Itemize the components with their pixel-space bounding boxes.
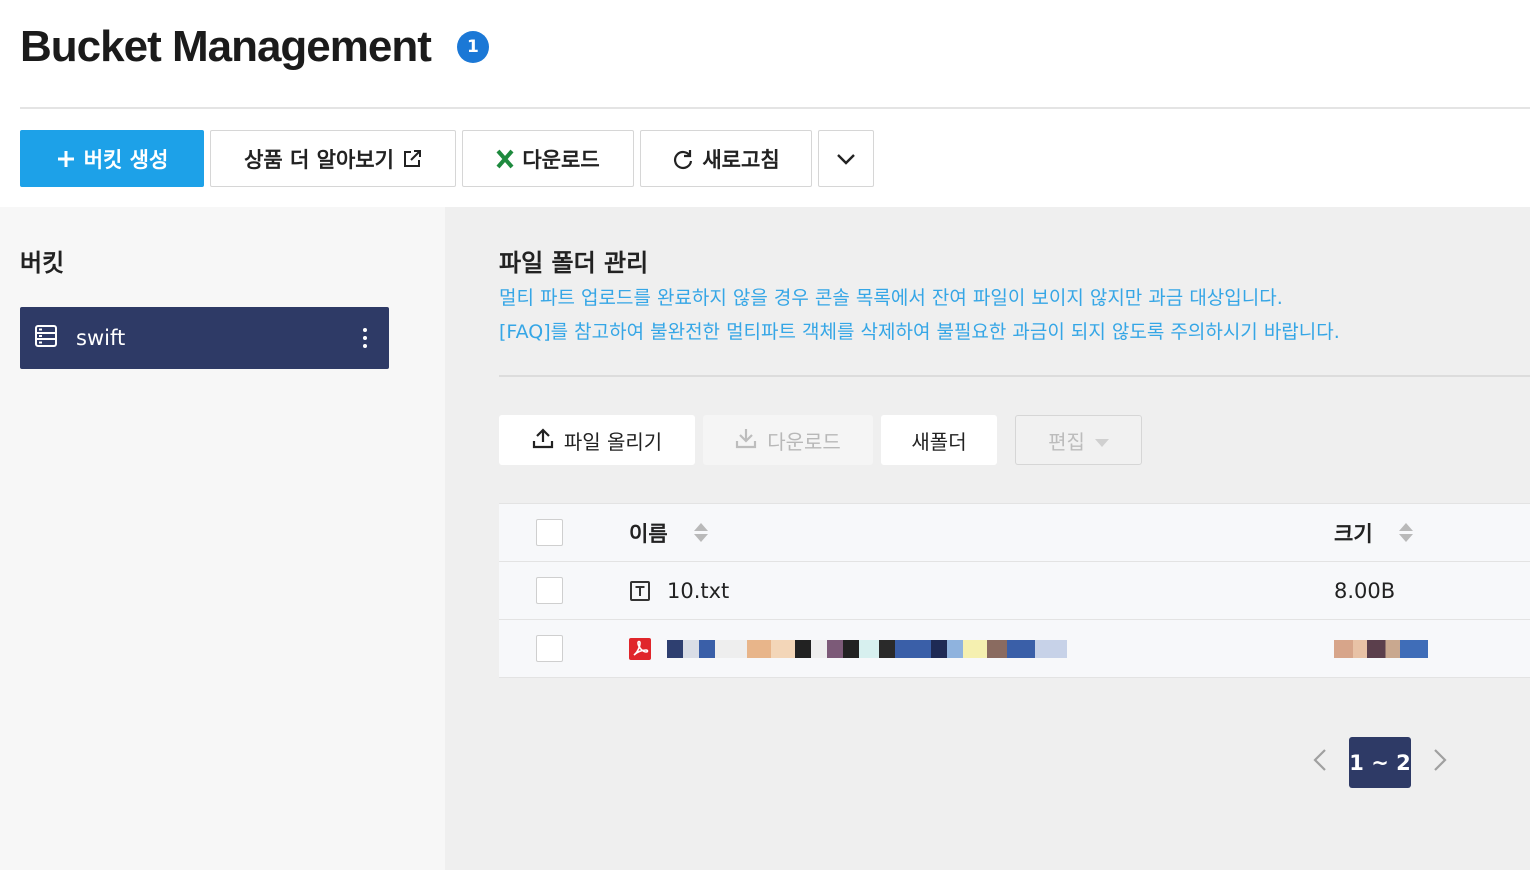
download-file-button[interactable]: 다운로드: [703, 415, 873, 465]
excel-download-button[interactable]: 다운로드: [462, 130, 634, 187]
bucket-item-swift[interactable]: swift: [20, 307, 389, 369]
main-toolbar: 버킷 생성 상품 더 알아보기 다운로드 새로고침: [20, 130, 874, 187]
refresh-icon: [672, 148, 694, 170]
refresh-label: 새로고침: [702, 147, 780, 172]
excel-icon: [496, 148, 514, 170]
pdf-file-icon: [629, 637, 651, 660]
column-name: 이름: [629, 521, 668, 546]
more-options-button[interactable]: [818, 130, 874, 187]
file-table: 이름 크기 10.txt 8.00B: [499, 503, 1530, 678]
file-size: 8.00B: [1334, 578, 1396, 603]
multipart-notice: 멀티 파트 업로드를 완료하지 않을 경우 콘솔 목록에서 잔여 파일이 보이지…: [499, 281, 1340, 349]
file-folder-panel: 파일 폴더 관리 멀티 파트 업로드를 완료하지 않을 경우 콘솔 목록에서 잔…: [445, 207, 1530, 870]
upload-icon: [532, 427, 554, 454]
new-folder-label: 새폴더: [911, 429, 967, 454]
edit-label: 편집: [1048, 429, 1085, 454]
chevron-down-icon: [836, 153, 856, 165]
panel-divider: [499, 375, 1530, 377]
excel-download-label: 다운로드: [522, 147, 600, 172]
row-checkbox[interactable]: [536, 577, 563, 604]
pagination: 1 ~ 2: [1311, 737, 1449, 788]
text-file-icon: [629, 580, 651, 602]
bucket-panel-title: 버킷: [20, 249, 65, 277]
table-row[interactable]: 10.txt 8.00B: [499, 562, 1530, 620]
info-badge[interactable]: 1: [456, 31, 489, 63]
current-page-button[interactable]: 1 ~ 2: [1349, 737, 1411, 788]
column-size: 크기: [1334, 521, 1373, 546]
sort-size-icon[interactable]: [1398, 523, 1413, 542]
row-checkbox[interactable]: [536, 635, 563, 662]
edit-dropdown[interactable]: 편집: [1015, 415, 1142, 465]
new-folder-button[interactable]: 새폴더: [881, 415, 997, 465]
create-bucket-button[interactable]: 버킷 생성: [20, 130, 204, 187]
download-icon: [735, 427, 757, 454]
download-file-label: 다운로드: [767, 429, 841, 454]
redacted-file-name[interactable]: [667, 639, 1067, 658]
next-page-icon[interactable]: [1431, 745, 1449, 780]
prev-page-icon[interactable]: [1311, 745, 1329, 780]
refresh-button[interactable]: 새로고침: [640, 130, 812, 187]
server-icon: [34, 325, 58, 351]
upload-file-label: 파일 올리기: [563, 429, 663, 454]
select-all-checkbox[interactable]: [536, 519, 563, 546]
file-folder-title: 파일 폴더 관리: [499, 249, 649, 277]
file-toolbar: 파일 올리기 다운로드 새폴더 편집: [499, 415, 1142, 465]
upload-file-button[interactable]: 파일 올리기: [499, 415, 695, 465]
table-header: 이름 크기: [499, 503, 1530, 562]
plus-icon: [56, 149, 76, 169]
bucket-panel: 버킷 swift: [0, 207, 445, 870]
page-header: Bucket Management 1: [20, 22, 489, 72]
learn-more-label: 상품 더 알아보기: [244, 147, 394, 172]
sort-name-icon[interactable]: [693, 523, 708, 542]
header-divider: [20, 107, 1530, 109]
notice-line: 멀티 파트 업로드를 완료하지 않을 경우 콘솔 목록에서 잔여 파일이 보이지…: [499, 287, 1283, 309]
notice-line-faq[interactable]: [FAQ]를 참고하여 불완전한 멀티파트 객체를 삭제하여 불필요한 과금이 …: [499, 315, 1340, 349]
redacted-file-size: [1334, 639, 1428, 658]
learn-more-button[interactable]: 상품 더 알아보기: [210, 130, 456, 187]
kebab-menu-icon[interactable]: [355, 323, 375, 353]
table-row[interactable]: [499, 620, 1530, 678]
create-bucket-label: 버킷 생성: [83, 147, 169, 172]
file-name[interactable]: 10.txt: [667, 579, 729, 603]
bucket-name: swift: [76, 326, 126, 350]
caret-down-icon: [1094, 428, 1109, 452]
page-title: Bucket Management: [20, 22, 432, 71]
external-link-icon: [402, 149, 422, 169]
